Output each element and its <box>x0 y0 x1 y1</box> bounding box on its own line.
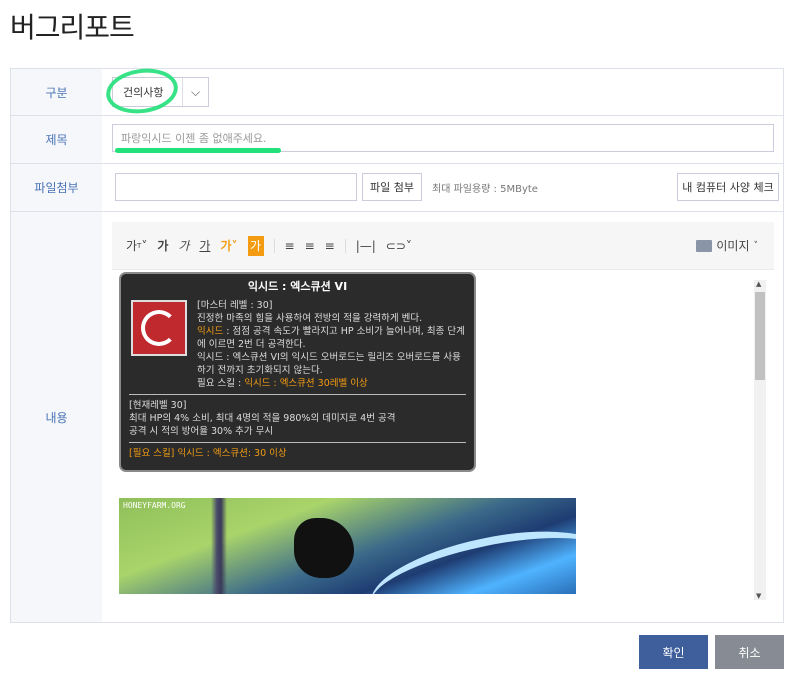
toolbar-divider <box>344 238 346 253</box>
bug-report-form: 구분 건의사항 ⌵ 제목 파일첨부 파일 첨부 최대 파일용량 : 5MByte… <box>10 64 784 623</box>
skill-footer-required: [필요 스킬] 익시드 : 엑스큐션: 30 이상 <box>129 448 287 459</box>
game-scene-character <box>294 518 354 578</box>
scroll-up-icon[interactable]: ▲ <box>756 280 761 288</box>
align-center-icon[interactable]: ≡ <box>305 236 315 256</box>
spec-check-button[interactable]: 내 컴퓨터 사양 체크 <box>677 173 779 201</box>
font-color-glyph: 가 <box>220 239 232 253</box>
skill-current-desc: 공격 시 적의 방어율 30% 추가 무시 <box>129 426 274 437</box>
category-content: 건의사항 ⌵ <box>102 64 783 118</box>
skill-master-level: [마스터 레벨 : 30] <box>197 300 273 311</box>
scrollbar-thumb[interactable] <box>755 292 765 380</box>
attach-file-button[interactable]: 파일 첨부 <box>362 173 422 201</box>
insert-image-label: 이미지 <box>716 239 750 253</box>
editor-body[interactable]: 익시드 : 엑스큐션 VI [마스터 레벨 : 30] 진정한 마족의 힘을 사… <box>112 272 774 602</box>
skill-desc-line: 익시드 : 점점 공격 속도가 빨라지고 HP 소비가 늘어나며, 최종 단계에… <box>197 325 466 351</box>
skill-title: 익시드 : 엑스큐션 VI <box>247 280 348 293</box>
tooltip-divider <box>129 442 466 443</box>
highlight-circle-annotation <box>103 64 181 118</box>
editor-scrollbar[interactable]: ▲ ▼ <box>754 280 766 600</box>
page-title: 버그리포트 <box>10 11 135 44</box>
skill-description: [마스터 레벨 : 30] 진정한 마족의 힘을 사용하여 전방의 적을 강력하… <box>197 299 466 390</box>
game-scene-effect <box>363 513 576 594</box>
skill-desc-line: 익시드 : 엑스큐션 VI의 익시드 오버로드는 릴리즈 오버로드를 사용하기 … <box>197 352 461 376</box>
content-label: 내용 <box>11 212 102 622</box>
editor-toolbar: 가 T ˅ 가 가 가 가 ˅ 가 ≡ ≡ ≡ |—| ⊂⊃˅ 이미지 ˅ <box>112 222 774 270</box>
skill-desc-line: 진정한 마족의 힘을 사용하여 전방의 적을 강력하게 벤다. <box>197 313 423 324</box>
game-scene-tree <box>199 498 239 594</box>
align-right-icon[interactable]: ≡ <box>325 236 335 256</box>
max-file-size-note: 최대 파일용량 : 5MByte <box>432 184 538 195</box>
bg-color-button[interactable]: 가 <box>247 235 264 256</box>
chevron-down-icon[interactable]: ⌵ <box>182 78 208 106</box>
skill-tooltip-image: 익시드 : 엑스큐션 VI [마스터 레벨 : 30] 진정한 마족의 힘을 사… <box>119 272 476 472</box>
skill-desc-keyword: 익시드 <box>197 326 224 337</box>
skill-required-line: 필요 스킬 : 익시드 : 엑스큐션 30레벨 이상 <box>197 377 466 390</box>
cancel-button[interactable]: 취소 <box>715 635 784 669</box>
toolbar-divider <box>273 238 275 253</box>
subject-label: 제목 <box>11 116 102 163</box>
link-icon[interactable]: ⊂⊃˅ <box>386 236 412 256</box>
skill-icon <box>131 300 187 356</box>
insert-image-button[interactable]: 이미지 ˅ <box>696 237 758 254</box>
skill-current-desc: 최대 HP의 4% 소비, 최대 4명의 적을 980%의 데미지로 4번 공격 <box>129 413 396 424</box>
editor-content: 가 T ˅ 가 가 가 가 ˅ 가 ≡ ≡ ≡ |—| ⊂⊃˅ 이미지 ˅ 익시… <box>102 212 783 622</box>
bold-button[interactable]: 가 <box>157 236 168 256</box>
subject-content <box>102 116 783 163</box>
italic-button[interactable]: 가 <box>178 236 189 256</box>
file-path-field[interactable] <box>115 173 357 201</box>
attachment-row: 파일첨부 파일 첨부 최대 파일용량 : 5MByte 내 컴퓨터 사양 체크 <box>11 164 783 212</box>
subject-row: 제목 <box>11 116 783 164</box>
font-color-button[interactable]: 가 ˅ <box>220 236 237 256</box>
skill-desc-text: : 점점 공격 속도가 빨라지고 HP 소비가 늘어나며, 최종 단계에 이르면… <box>197 326 465 350</box>
align-left-icon[interactable]: ≡ <box>285 236 295 256</box>
image-icon <box>696 239 713 252</box>
image-watermark: HONEYFARM.ORG <box>123 501 186 510</box>
chevron-down-icon: ˅ <box>753 240 759 251</box>
font-size-button[interactable]: 가 T ˅ <box>126 236 147 256</box>
category-label: 구분 <box>11 69 102 115</box>
skill-current-level: [현재레벨 30] <box>129 400 187 411</box>
content-row: 내용 가T˅ 가 가 가 가˅ 가 ≡ ≡ ≡ |—| ⊂⊃˅ 이미지 ˅ <box>11 212 783 622</box>
font-size-glyph: 가 <box>126 239 138 253</box>
horizontal-rule-icon[interactable]: |—| <box>356 236 376 256</box>
skill-required-value: 익시드 : 엑스큐션 30레벨 이상 <box>244 378 368 389</box>
underline-button[interactable]: 가 <box>199 236 210 256</box>
category-row: 구분 건의사항 ⌵ <box>11 64 783 118</box>
confirm-button[interactable]: 확인 <box>639 635 708 669</box>
skill-required-prefix: 필요 스킬 : <box>197 378 245 389</box>
scroll-down-icon[interactable]: ▼ <box>756 592 761 600</box>
attachment-label: 파일첨부 <box>11 164 102 211</box>
game-screenshot-image: HONEYFARM.ORG <box>119 498 576 594</box>
attachment-content: 파일 첨부 최대 파일용량 : 5MByte 내 컴퓨터 사양 체크 <box>102 164 783 211</box>
tooltip-divider <box>129 394 466 395</box>
highlight-underline-annotation <box>115 148 281 153</box>
